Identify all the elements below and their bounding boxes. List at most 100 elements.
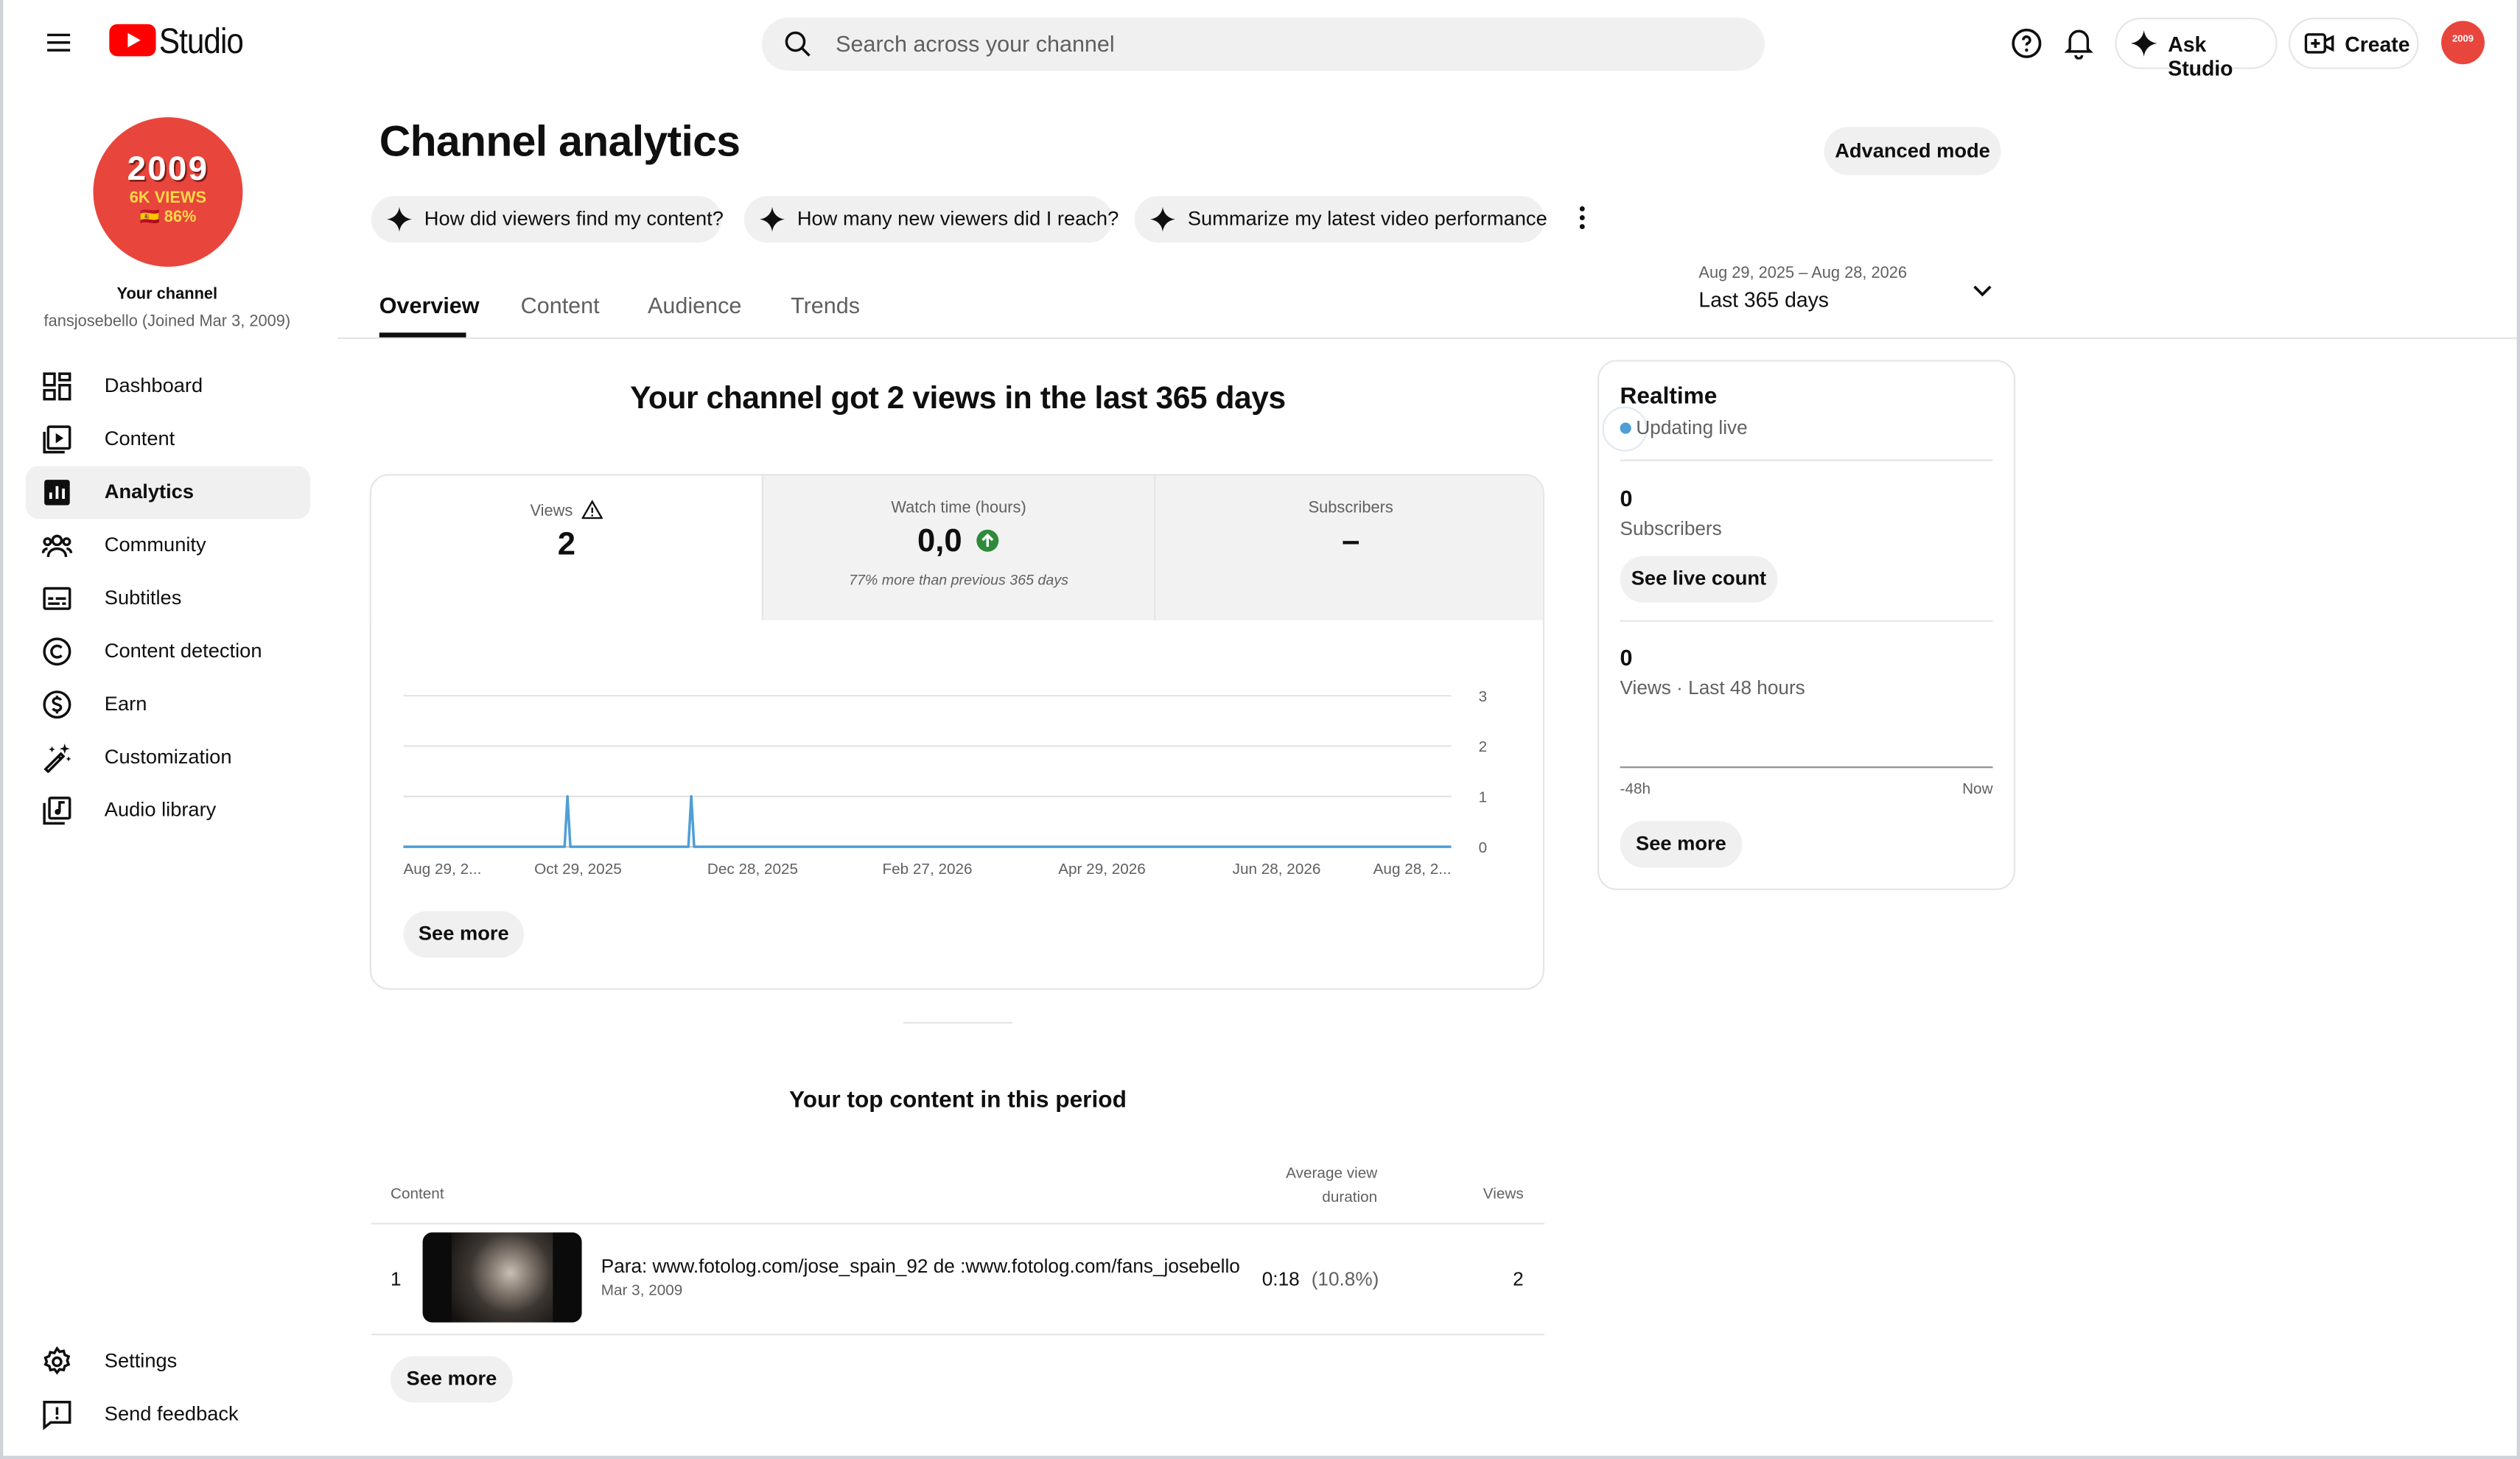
warning-icon [581, 500, 603, 519]
y-tick-label: 2 [1479, 738, 1488, 755]
sidebar-item-label: Community [104, 533, 206, 556]
x-tick-label: Dec 28, 2025 [707, 861, 798, 878]
tab-overview[interactable]: Overview [379, 293, 480, 318]
sidebar-item-label: Settings [104, 1349, 178, 1373]
sparkle-icon [2129, 29, 2158, 57]
metric-value-row: 0,0 [763, 524, 1154, 561]
search-bar[interactable]: Search across your channel [761, 17, 1765, 71]
sparkle-icon [385, 206, 413, 233]
advanced-mode-button[interactable]: Advanced mode [1824, 127, 2001, 175]
sidebar-item-content[interactable]: Content [26, 413, 310, 466]
more-options-icon[interactable] [1567, 203, 1597, 233]
video-title[interactable]: Para: www.fotolog.com/jose_spain_92 de :… [601, 1255, 1240, 1278]
sidebar-item-audio-library[interactable]: Audio library [26, 784, 310, 837]
sidebar-item-dashboard[interactable]: Dashboard [26, 360, 310, 413]
avatar-text: 2009 [2451, 35, 2474, 46]
realtime-views-label: Views · Last 48 hours [1620, 676, 1805, 699]
x-tick-label: Oct 29, 2025 [534, 861, 622, 878]
account-avatar[interactable]: 2009 [2441, 21, 2485, 65]
metric-label: Subscribers [1308, 500, 1393, 518]
suggestion-chip-summarize[interactable]: Summarize my latest video performance [1134, 196, 1547, 243]
content-icon [42, 424, 72, 455]
video-date: Mar 3, 2009 [601, 1282, 683, 1301]
audio-library-icon [42, 795, 72, 825]
see-live-count-button[interactable]: See live count [1620, 556, 1778, 603]
column-header-avd-line2: duration [1322, 1189, 1378, 1207]
metric-value: 2 [557, 527, 575, 563]
realtime-see-more-button[interactable]: See more [1620, 821, 1743, 868]
y-tick-label: 0 [1479, 839, 1488, 856]
tabs-divider [337, 337, 2517, 340]
column-header-views: Views [1483, 1186, 1524, 1204]
sidebar-item-label: Content detection [104, 639, 262, 662]
column-header-avd: Average view duration [1217, 1162, 1377, 1210]
realtime-subscribers-value: 0 [1620, 485, 1633, 511]
sidebar-item-feedback[interactable]: Send feedback [26, 1388, 310, 1441]
chip-label: How did viewers find my content? [424, 207, 724, 230]
date-range-selector[interactable]: Aug 29, 2025 – Aug 28, 2026 Last 365 day… [1684, 257, 2006, 321]
chevron-down-icon [1969, 276, 1996, 304]
column-header-content: Content [391, 1186, 444, 1204]
metric-label: Views [371, 500, 762, 521]
create-button[interactable]: Create [2288, 17, 2419, 69]
realtime-divider-1 [1620, 459, 1993, 461]
tab-audience[interactable]: Audience [648, 293, 741, 318]
y-tick-label: 3 [1479, 688, 1488, 705]
sparkle-icon [1149, 206, 1176, 233]
chip-label: How many new viewers did I reach? [797, 207, 1119, 230]
realtime-subscribers-label: Subscribers [1620, 517, 1722, 540]
dollar-icon [42, 689, 72, 719]
ask-studio-button[interactable]: Ask Studio [2115, 17, 2278, 80]
sidebar-item-label: Subtitles [104, 586, 182, 609]
sidebar-item-label: Earn [104, 692, 147, 715]
sidebar-item-subtitles[interactable]: Subtitles [26, 572, 310, 625]
tab-trends[interactable]: Trends [791, 293, 860, 318]
suggestion-chip-new-viewers[interactable]: How many new viewers did I reach? [743, 196, 1119, 243]
overview-chart-card: Views 2 Watch time (hours) 0,0 77% more … [369, 474, 1545, 990]
tab-content[interactable]: Content [521, 293, 600, 318]
suggestion-chip-find-content[interactable]: How did viewers find my content? [371, 196, 724, 243]
sidebar-item-customization[interactable]: Customization [26, 731, 310, 784]
table-row-divider [371, 1333, 1545, 1336]
metric-views[interactable]: Views 2 [371, 475, 762, 620]
metric-value: 0,0 [917, 523, 962, 559]
your-channel-label: Your channel [116, 286, 218, 304]
overview-headline: Your channel got 2 views in the last 365… [630, 380, 1286, 416]
create-label: Create [2345, 32, 2410, 57]
metric-watch-time[interactable]: Watch time (hours) 0,0 77% more than pre… [761, 475, 1155, 620]
views-line-chart: 3 2 1 0 Aug 29, 2... Oct 29, 2025 Dec 28, 2025… [403, 688, 1488, 878]
video-thumbnail[interactable] [422, 1232, 582, 1323]
ask-studio-label: Ask Studio [2168, 32, 2233, 81]
search-input[interactable]: Search across your channel [836, 30, 1115, 56]
realtime-card: Realtime Updating live 0 Subscribers See… [1597, 360, 2016, 891]
sidebar-item-community[interactable]: Community [26, 519, 310, 572]
studio-wordmark[interactable]: Studio [159, 21, 244, 63]
metric-subscribers[interactable]: Subscribers – [1154, 475, 1543, 620]
subtitles-icon [42, 584, 72, 614]
notifications-bell-icon[interactable] [2064, 26, 2094, 60]
thumbnail-bar-left [422, 1232, 452, 1323]
chip-label: Summarize my latest video performance [1187, 207, 1547, 230]
avatar-year: 2009 [127, 150, 209, 189]
sidebar-item-label: Customization [104, 745, 232, 769]
avatar-percent: 🇪🇸 86% [139, 209, 197, 227]
hamburger-menu-icon[interactable] [43, 27, 74, 57]
channel-avatar[interactable]: 2009 6K VIEWS 🇪🇸 86% [93, 117, 243, 267]
trend-up-icon [976, 528, 1000, 553]
realtime-mini-chart-baseline [1620, 766, 1993, 769]
x-tick-label: Feb 27, 2026 [882, 861, 972, 878]
sidebar-item-analytics[interactable]: Analytics [25, 466, 310, 519]
table-row[interactable]: 1 Para: www.fotolog.com/jose_spain_92 de… [371, 1225, 1544, 1334]
top-content-see-more-button[interactable]: See more [391, 1356, 513, 1403]
sidebar-item-earn[interactable]: Earn [26, 678, 310, 731]
sidebar-item-label: Dashboard [104, 374, 203, 397]
sidebar-item-content-detection[interactable]: Content detection [26, 625, 310, 678]
search-icon [783, 29, 813, 59]
x-tick-label: Apr 29, 2026 [1058, 861, 1146, 878]
help-icon[interactable] [2011, 27, 2043, 60]
sidebar-item-settings[interactable]: Settings [26, 1335, 310, 1388]
youtube-logo-icon[interactable] [109, 24, 156, 57]
chart-see-more-button[interactable]: See more [403, 911, 525, 958]
avd-value: 0:18 [1261, 1267, 1300, 1291]
x-tick-label: Aug 28, 2... [1373, 861, 1452, 878]
